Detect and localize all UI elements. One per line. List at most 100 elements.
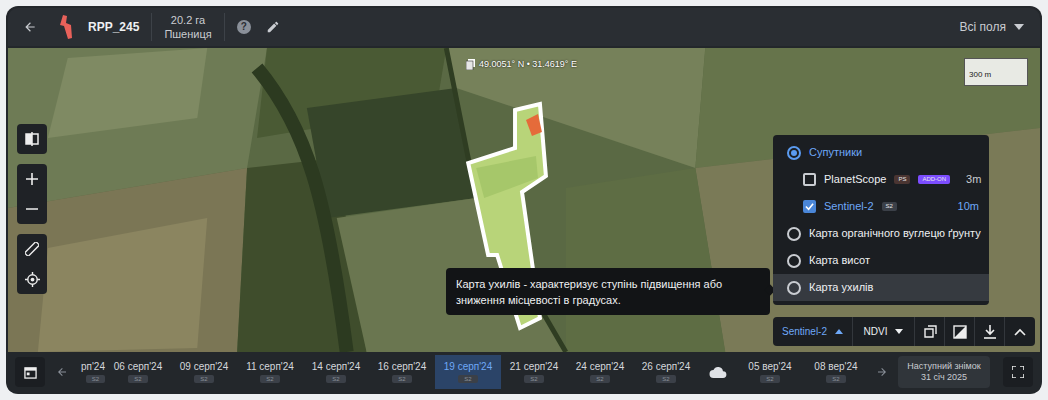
layer-item[interactable]: PlanetScopePSADD-ON3m <box>773 166 989 193</box>
copy-icon[interactable] <box>466 59 475 70</box>
download-icon[interactable] <box>975 317 1005 346</box>
field-info: 20.2 гаПшениця <box>164 13 211 41</box>
date-item[interactable]: 26 серп'24 S2 <box>633 355 699 389</box>
date-label: 05 вер'24 <box>748 361 791 373</box>
satellite-badge: S2 <box>656 375 675 383</box>
date-item[interactable]: 05 вер'24 S2 <box>737 355 803 389</box>
layer-label: Sentinel-2 <box>824 198 874 215</box>
fields-dropdown[interactable]: Всі поля <box>960 18 1032 36</box>
checkbox[interactable] <box>803 173 816 186</box>
date-item[interactable]: 19 серп'24 S2 <box>435 355 501 389</box>
satellite-badge: S2 <box>590 375 609 383</box>
tooltip: Карта ухилів - характеризує ступінь підв… <box>446 268 770 315</box>
date-item[interactable]: 06 серп'24S2 <box>105 355 171 389</box>
date-label: 26 серп'24 <box>642 361 690 373</box>
date-label: 24 серп'24 <box>576 361 624 373</box>
app-frame: RPP_245 20.2 гаПшениця? Всі поля 49.0051° … <box>0 0 1048 400</box>
date-label: рп'24 <box>81 361 105 373</box>
date-label: 14 серп'24 <box>312 361 360 373</box>
coordinates: 49.0051° N • 31.4619° E <box>466 58 577 72</box>
date-label: 08 вер'24 <box>814 361 857 373</box>
caret-down-icon <box>895 329 903 334</box>
date-item[interactable]: 24 серп'24 S2 <box>567 355 633 389</box>
checkbox[interactable] <box>803 200 816 213</box>
pencil-icon[interactable] <box>263 17 283 37</box>
zoom-out-icon[interactable] <box>17 194 47 224</box>
fullscreen-button[interactable] <box>1003 357 1033 387</box>
coordinates-text: 49.0051° N • 31.4619° E <box>479 58 577 72</box>
satellite-badge: S2 <box>458 375 477 383</box>
map-toolbar <box>17 124 47 294</box>
radio-button[interactable] <box>787 146 801 160</box>
date-item[interactable]: 08 вер'24 S2 <box>803 355 869 389</box>
timeline: рп'24S206 серп'24S209 серп'24S211 серп'2… <box>8 352 1040 392</box>
date-label: 09 серп'24 <box>180 361 228 373</box>
layers-panel: СупутникиPlanetScopePSADD-ON3mSentinel-2… <box>773 135 989 305</box>
next-arrow-icon[interactable] <box>869 357 895 387</box>
calendar-button[interactable] <box>15 357 45 387</box>
radio-button[interactable] <box>787 227 801 241</box>
date-label: 21 серп'24 <box>510 361 558 373</box>
tools-group <box>17 234 47 294</box>
field-area: 20.2 га <box>171 13 205 27</box>
date-item[interactable] <box>699 355 737 389</box>
zoom-group <box>17 164 47 224</box>
compare-group <box>17 124 47 154</box>
layer-item[interactable]: Sentinel-2S210m <box>773 193 989 220</box>
date-list: рп'24S206 серп'24S209 серп'24S211 серп'2… <box>75 355 869 389</box>
source-label: Sentinel-2 <box>782 324 827 339</box>
date-item[interactable]: рп'24 S2 <box>75 355 105 389</box>
map-controls: Sentinel-2 NDVI <box>773 317 1035 346</box>
layer-item[interactable]: Супутники <box>773 139 989 166</box>
layer-tag: PS <box>894 175 910 184</box>
map[interactable]: 49.0051° N • 31.4619° E300 mКарта ухилів… <box>8 48 1040 352</box>
source-dropdown[interactable]: Sentinel-2 <box>773 317 853 346</box>
layer-item[interactable]: Карта ухилів <box>773 274 989 301</box>
tooltip-text: Карта ухилів - характеризує ступінь підв… <box>456 276 760 308</box>
layer-label: Супутники <box>809 144 862 161</box>
layer-label: Карта висот <box>809 252 870 269</box>
layer-resolution: 10m <box>958 198 979 215</box>
fullscreen-icon <box>1012 366 1024 378</box>
date-label: 19 серп'24 <box>444 361 492 373</box>
date-item[interactable]: 14 серп'24S2 <box>303 355 369 389</box>
field-name: RPP_245 <box>88 18 139 36</box>
radio-button[interactable] <box>787 254 801 268</box>
contrast-icon[interactable] <box>945 317 975 346</box>
satellite-badge: S2 <box>826 375 845 383</box>
layer-label: Карта органічного вуглецю ґрунту <box>809 225 981 242</box>
layer-item[interactable]: Карта висот <box>773 247 989 274</box>
layer-item[interactable]: Карта органічного вуглецю ґрунту <box>773 220 989 247</box>
field-crop: Пшениця <box>164 27 211 41</box>
back-arrow-icon[interactable] <box>16 13 44 41</box>
satellite-badge: S2 <box>86 375 105 383</box>
layer-label: PlanetScope <box>824 171 886 188</box>
help-icon[interactable]: ? <box>237 20 251 34</box>
caret-down-icon <box>1014 24 1024 30</box>
locate-icon[interactable] <box>17 264 47 294</box>
layer-resolution: 3m <box>966 171 981 188</box>
cloud-icon <box>709 366 727 378</box>
divider <box>151 13 152 41</box>
next-image[interactable]: Наступний знімок31 січ 2025 <box>898 356 990 388</box>
next-image-date: 31 січ 2025 <box>921 372 967 383</box>
calendar-icon <box>24 366 37 379</box>
date-item[interactable]: 09 серп'24 S2 <box>171 355 237 389</box>
date-label: 11 серп'24 <box>246 361 294 373</box>
index-label: NDVI <box>864 324 888 339</box>
radio-button[interactable] <box>787 281 801 295</box>
satellite-badge: S2 <box>194 375 213 383</box>
compare-icon[interactable] <box>17 124 47 154</box>
date-item[interactable]: 21 серп'24S2 <box>501 355 567 389</box>
satellite-badge: S2 <box>760 375 779 383</box>
date-item[interactable]: 16 серп'24S2 <box>369 355 435 389</box>
index-dropdown[interactable]: NDVI <box>853 317 915 346</box>
collapse-icon[interactable] <box>1005 317 1035 346</box>
date-item[interactable]: 11 серп'24S2 <box>237 355 303 389</box>
ruler-icon[interactable] <box>17 234 47 264</box>
layers-toggle-icon[interactable] <box>915 317 945 346</box>
fields-dropdown-label: Всі поля <box>960 18 1006 36</box>
prev-arrow-icon[interactable] <box>49 357 75 387</box>
zoom-in-icon[interactable] <box>17 164 47 194</box>
layer-label: Карта ухилів <box>809 279 873 296</box>
